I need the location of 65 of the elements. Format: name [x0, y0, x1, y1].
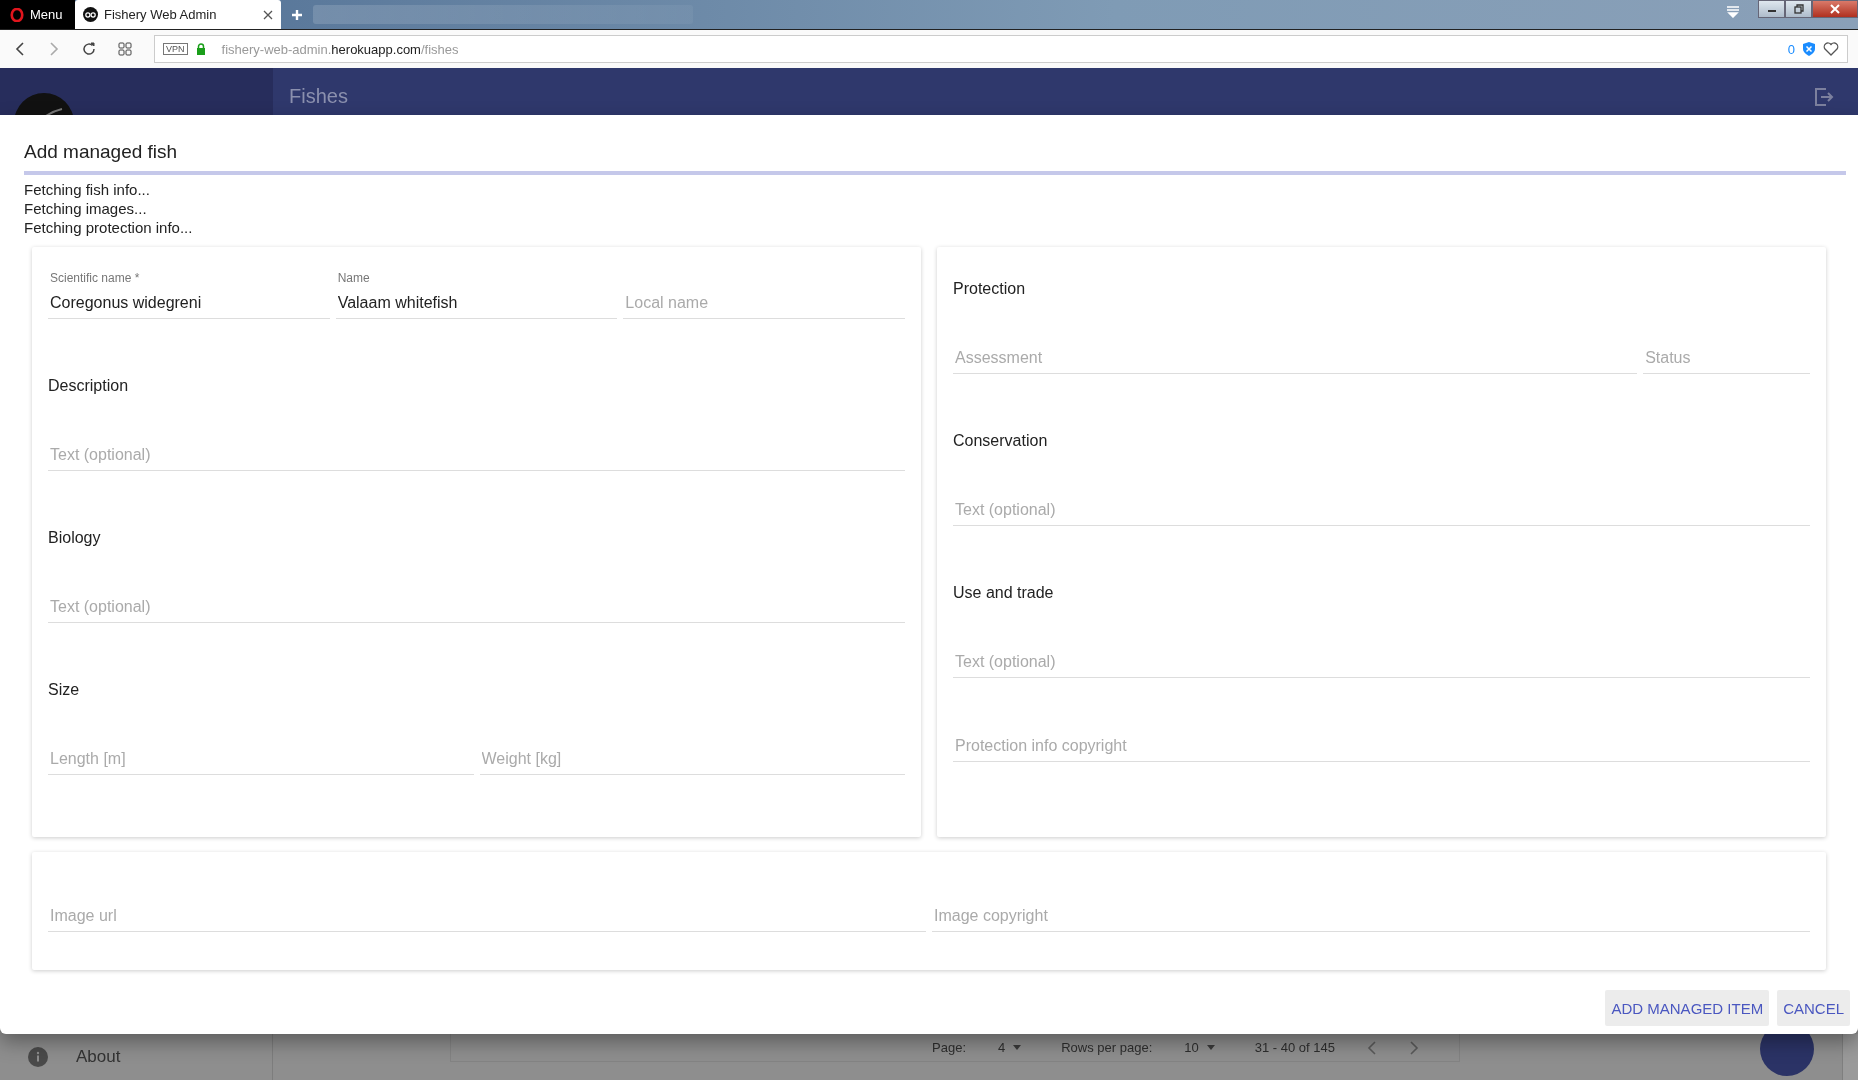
field-label: Name	[337, 271, 370, 285]
browser-menu-button[interactable]: Menu	[0, 0, 75, 29]
text-field[interactable]: Valaam whitefish	[335, 294, 618, 319]
heart-icon[interactable]	[1823, 42, 1839, 56]
section-heading: Biology	[48, 529, 102, 548]
text-field[interactable]: Text (optional)	[953, 653, 1810, 678]
close-icon	[1830, 4, 1840, 14]
lock-icon	[195, 43, 206, 55]
caret-icon[interactable]	[1206, 1045, 1215, 1050]
status-line: Fetching images...	[24, 199, 148, 218]
restore-icon	[1793, 4, 1804, 14]
caret-icon[interactable]	[1013, 1045, 1022, 1050]
blocked-count: 0	[1787, 41, 1795, 57]
rows-select[interactable]: 10	[1184, 1040, 1199, 1055]
text-field[interactable]: Weight [kg]	[479, 750, 905, 775]
text-field[interactable]: Status	[1643, 349, 1810, 374]
logout-icon[interactable]	[1814, 86, 1836, 107]
page-range: 31 - 40 of 145	[1254, 1040, 1335, 1055]
page-label: Page:	[932, 1040, 966, 1055]
sidebar-item[interactable]: About	[76, 1047, 121, 1067]
rows-label: Rows per page:	[1061, 1040, 1153, 1055]
status-line: Fetching fish info...	[24, 180, 151, 199]
text-field[interactable]: Assessment	[953, 349, 1638, 374]
url-text: fishery-web-admin.herokuapp.com/fishes	[221, 41, 460, 57]
text-field[interactable]: Text (optional)	[953, 501, 1810, 526]
text-field[interactable]: Text (optional)	[48, 598, 905, 623]
new-tab-icon[interactable]	[291, 8, 303, 21]
menu-label: Menu	[30, 7, 63, 22]
prev-icon[interactable]	[1367, 1040, 1377, 1055]
binoculars-icon	[83, 7, 98, 22]
text-field[interactable]: Local name	[623, 294, 905, 319]
text-field[interactable]: Image copyright	[932, 907, 1810, 932]
address-field[interactable]: VPN fishery-web-admin.herokuapp.com/fishes 0	[154, 35, 1848, 63]
status-line: Fetching protection info...	[24, 218, 194, 237]
next-icon[interactable]	[1409, 1040, 1419, 1055]
info-icon[interactable]	[28, 1047, 48, 1067]
text-field[interactable]: Coregonus widegreni	[48, 294, 330, 319]
reload-icon[interactable]	[82, 42, 96, 56]
page-title: Fishes	[289, 85, 348, 108]
dialog-title: Add managed fish	[23, 140, 179, 161]
field-label: Scientific name *	[50, 271, 140, 285]
section-heading: Protection	[953, 280, 1027, 299]
section-heading: Size	[48, 681, 81, 700]
tab-title: Fishery Web Admin	[104, 7, 218, 22]
page-select[interactable]: 4	[998, 1040, 1006, 1055]
shield-icon[interactable]	[1803, 42, 1815, 56]
restore-button[interactable]	[1785, 0, 1812, 18]
back-icon[interactable]	[14, 42, 26, 56]
grid-icon[interactable]	[118, 42, 132, 56]
add-button[interactable]: ADD MANAGED ITEM	[1605, 990, 1770, 1026]
text-field[interactable]: Length [m]	[48, 750, 474, 775]
section-heading: Conservation	[953, 432, 1049, 451]
cancel-button[interactable]: CANCEL	[1777, 990, 1850, 1026]
text-field[interactable]: Protection info copyright	[953, 737, 1810, 762]
section-heading: Use and trade	[953, 584, 1055, 603]
browser-tab[interactable]: Fishery Web Admin	[75, 0, 281, 29]
close-window-button[interactable]	[1812, 0, 1858, 18]
minimize-button[interactable]	[1758, 0, 1785, 18]
tab-menu-icon[interactable]	[1726, 6, 1740, 18]
vpn-badge[interactable]: VPN	[163, 43, 188, 55]
text-field[interactable]: Image url	[48, 907, 926, 932]
section-heading: Description	[48, 377, 130, 396]
opera-logo-icon	[10, 7, 24, 22]
close-icon[interactable]	[263, 9, 273, 20]
text-field[interactable]: Text (optional)	[48, 446, 905, 471]
